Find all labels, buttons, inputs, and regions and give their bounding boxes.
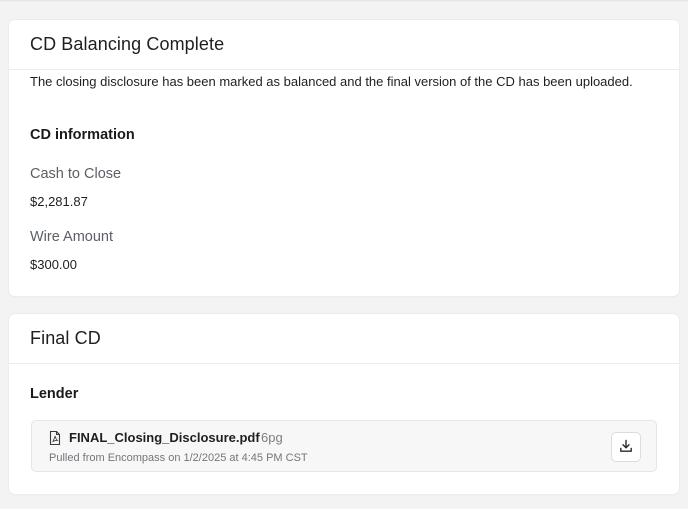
file-source-info: Pulled from Encompass on 1/2/2025 at 4:4… <box>49 452 308 464</box>
download-icon <box>619 439 633 456</box>
cash-to-close-label: Cash to Close <box>30 166 122 182</box>
file-page-count: 6pg <box>261 430 283 445</box>
cd-balancing-card: CD Balancing Complete The closing disclo… <box>9 20 679 296</box>
card-header: CD Balancing Complete <box>9 20 679 70</box>
download-button[interactable] <box>611 432 641 462</box>
cd-information-heading: CD information <box>30 127 135 143</box>
balancing-message: The closing disclosure has been marked a… <box>30 74 633 89</box>
card-header: Final CD <box>9 314 679 364</box>
lender-heading: Lender <box>30 386 79 402</box>
wire-amount-label: Wire Amount <box>30 229 113 245</box>
card-title: CD Balancing Complete <box>30 34 225 54</box>
pdf-file-icon <box>49 430 61 446</box>
wire-amount-value: $300.00 <box>30 257 77 272</box>
final-cd-card: Final CD Lender FINAL_Closing_Disclosure… <box>9 314 679 494</box>
top-divider <box>0 0 688 2</box>
cash-to-close-value: $2,281.87 <box>30 194 88 209</box>
file-name[interactable]: FINAL_Closing_Disclosure.pdf <box>69 430 260 445</box>
file-attachment: FINAL_Closing_Disclosure.pdf 6pg Pulled … <box>31 420 657 472</box>
card-title: Final CD <box>30 328 101 348</box>
